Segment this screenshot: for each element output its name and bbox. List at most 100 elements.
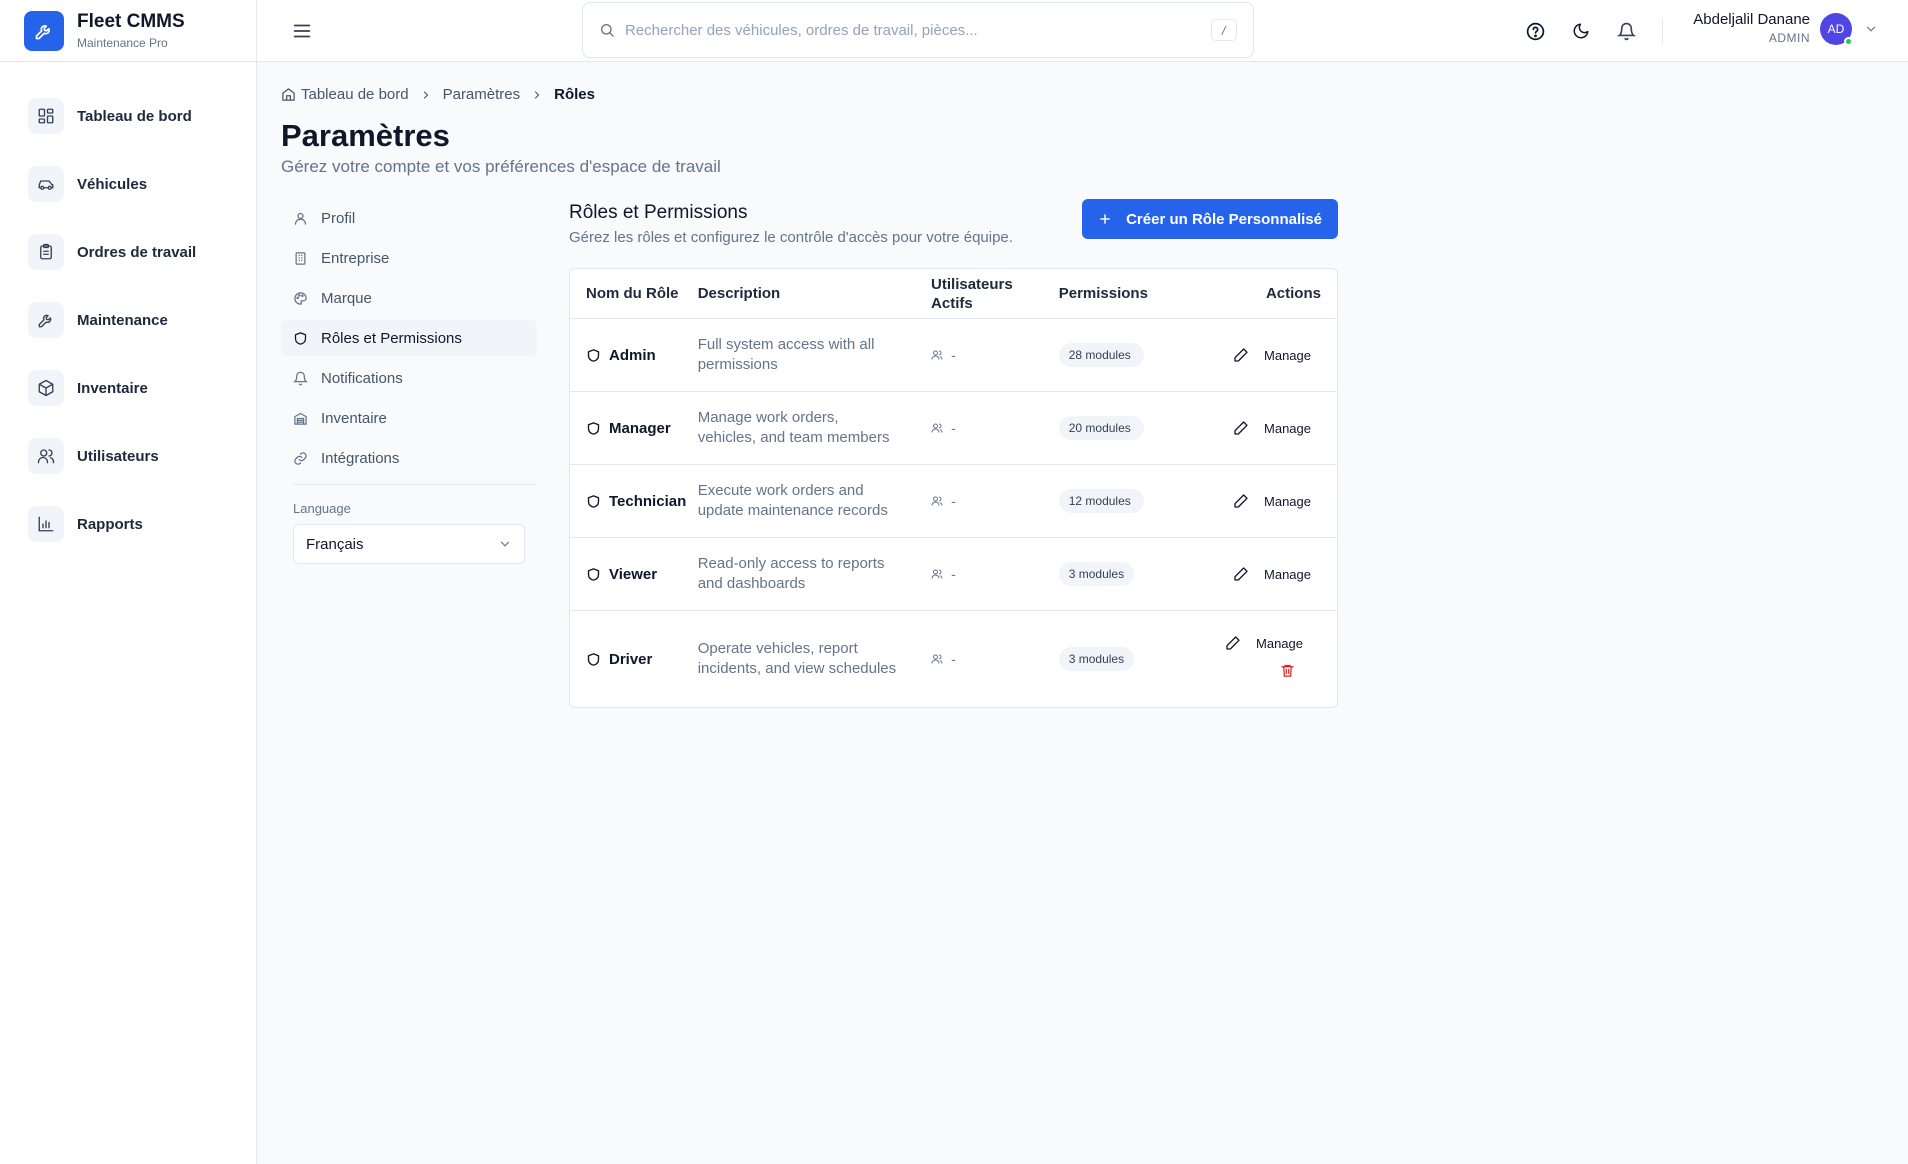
top-header: / Abdeljalil Danane ADMIN AD xyxy=(257,0,1908,62)
sidebar-item-label: Tableau de bord xyxy=(77,107,192,125)
wrench-logo-icon xyxy=(24,10,64,51)
manage-label: Manage xyxy=(1264,493,1311,509)
active-users-count: - xyxy=(951,566,956,582)
search-input[interactable] xyxy=(625,21,1211,39)
page-title: Paramètres xyxy=(281,118,450,153)
settings-tab-label: Rôles et Permissions xyxy=(321,329,462,347)
sidebar: Fleet CMMS Maintenance Pro Tableau de bo… xyxy=(0,0,257,1164)
settings-tab-label: Intégrations xyxy=(321,449,400,467)
search-bar[interactable]: / xyxy=(582,2,1254,58)
chevron-down-icon xyxy=(500,541,510,547)
breadcrumb: Tableau de bord Paramètres Rôles xyxy=(281,86,595,103)
home-icon xyxy=(282,88,295,101)
sidebar-item-label: Utilisateurs xyxy=(77,447,159,465)
sidebar-item-work-orders[interactable]: Ordres de travail xyxy=(28,232,256,272)
sidebar-item-dashboard[interactable]: Tableau de bord xyxy=(28,96,256,136)
users-icon xyxy=(931,654,943,664)
users-icon xyxy=(931,569,943,579)
sidebar-item-maintenance[interactable]: Maintenance xyxy=(28,300,256,340)
settings-tab-label: Notifications xyxy=(321,369,403,387)
table-row: Driver Operate vehicles, report incident… xyxy=(570,611,1337,707)
manage-role-button[interactable]: Manage xyxy=(1233,347,1321,363)
dashboard-icon xyxy=(28,98,64,134)
box-icon xyxy=(28,370,64,406)
roles-panel: Rôles et Permissions Gérez les rôles et … xyxy=(569,199,1338,708)
role-description: Read-only access to reports and dashboar… xyxy=(697,555,885,592)
brand-name: Fleet CMMS xyxy=(77,10,185,32)
sidebar-item-label: Rapports xyxy=(77,515,143,533)
users-icon xyxy=(931,350,943,360)
settings-tab-company[interactable]: Entreprise xyxy=(281,240,537,276)
shield-icon xyxy=(587,652,600,666)
user-menu[interactable]: Abdeljalil Danane ADMIN AD xyxy=(1693,10,1878,47)
page-subtitle: Gérez votre compte et vos préférences d'… xyxy=(281,157,721,176)
table-row: Viewer Read-only access to reports and d… xyxy=(570,538,1337,611)
permissions-badge: 3 modules xyxy=(1058,562,1135,586)
bar-chart-icon xyxy=(28,506,64,542)
settings-tab-label: Inventaire xyxy=(321,409,387,427)
settings-tab-inventory[interactable]: Inventaire xyxy=(281,400,537,436)
delete-role-button[interactable] xyxy=(1280,663,1295,683)
settings-tab-roles[interactable]: Rôles et Permissions xyxy=(281,320,537,356)
role-name: Driver xyxy=(609,650,653,668)
manage-label: Manage xyxy=(1264,420,1311,436)
header-divider xyxy=(1662,18,1663,44)
avatar-initials: AD xyxy=(1827,21,1845,36)
shield-icon xyxy=(587,421,600,435)
breadcrumb-dashboard[interactable]: Tableau de bord xyxy=(301,86,409,103)
settings-tab-integrations[interactable]: Intégrations xyxy=(281,440,537,476)
sidebar-item-label: Ordres de travail xyxy=(77,243,197,261)
breadcrumb-settings[interactable]: Paramètres xyxy=(443,86,521,103)
help-icon[interactable] xyxy=(1523,19,1547,43)
moon-icon[interactable] xyxy=(1569,19,1593,43)
column-header-description: Description xyxy=(697,285,781,302)
language-label: Language xyxy=(293,501,351,516)
permissions-badge: 3 modules xyxy=(1058,647,1135,671)
create-role-button[interactable]: Créer un Rôle Personnalisé xyxy=(1082,199,1338,239)
table-header: Nom du Rôle Description Utilisateurs Act… xyxy=(570,269,1337,319)
brand[interactable]: Fleet CMMS Maintenance Pro xyxy=(0,0,256,62)
manage-role-button[interactable]: Manage xyxy=(1225,635,1313,651)
settings-nav: Profil Entreprise Marque Rôles et Permis… xyxy=(281,200,537,564)
role-description: Manage work orders, vehicles, and team m… xyxy=(697,409,890,446)
manage-label: Manage xyxy=(1264,347,1311,363)
menu-icon[interactable] xyxy=(291,20,313,42)
bell-icon xyxy=(293,371,308,385)
settings-tab-label: Entreprise xyxy=(321,249,390,267)
manage-role-button[interactable]: Manage xyxy=(1233,566,1321,582)
column-header-role-name: Nom du Rôle xyxy=(586,285,679,302)
pencil-icon xyxy=(1234,567,1248,581)
chevron-right-icon xyxy=(531,89,543,101)
car-icon xyxy=(28,166,64,202)
plus-icon xyxy=(1100,214,1110,224)
role-description: Full system access with all permissions xyxy=(697,336,875,373)
language-select[interactable]: Français xyxy=(293,524,525,564)
role-description: Operate vehicles, report incidents, and … xyxy=(697,640,897,677)
settings-tab-notifications[interactable]: Notifications xyxy=(281,360,537,396)
shield-icon xyxy=(587,567,600,581)
role-name: Viewer xyxy=(609,565,658,583)
bell-icon[interactable] xyxy=(1614,19,1638,43)
manage-role-button[interactable]: Manage xyxy=(1233,493,1321,509)
active-users-count: - xyxy=(951,347,956,363)
active-users-count: - xyxy=(951,651,956,667)
create-role-label: Créer un Rôle Personnalisé xyxy=(1126,210,1322,228)
settings-tab-profile[interactable]: Profil xyxy=(281,200,537,236)
permissions-badge: 20 modules xyxy=(1058,416,1144,440)
settings-tab-brand[interactable]: Marque xyxy=(281,280,537,316)
user-icon xyxy=(294,212,307,225)
manage-role-button[interactable]: Manage xyxy=(1233,420,1321,436)
brand-subtitle: Maintenance Pro xyxy=(77,35,168,50)
search-shortcut-key: / xyxy=(1211,19,1237,41)
sidebar-item-vehicles[interactable]: Véhicules xyxy=(28,164,256,204)
permissions-badge: 28 modules xyxy=(1058,343,1144,367)
sidebar-item-reports[interactable]: Rapports xyxy=(28,504,256,544)
sidebar-item-inventory[interactable]: Inventaire xyxy=(28,368,256,408)
role-name: Technician xyxy=(609,492,687,510)
pencil-icon xyxy=(1234,348,1248,362)
user-name: Abdeljalil Danane xyxy=(1693,11,1810,28)
settings-nav-divider xyxy=(293,484,537,485)
palette-icon xyxy=(294,291,307,305)
sidebar-item-users[interactable]: Utilisateurs xyxy=(28,436,256,476)
pencil-icon xyxy=(1234,421,1248,435)
